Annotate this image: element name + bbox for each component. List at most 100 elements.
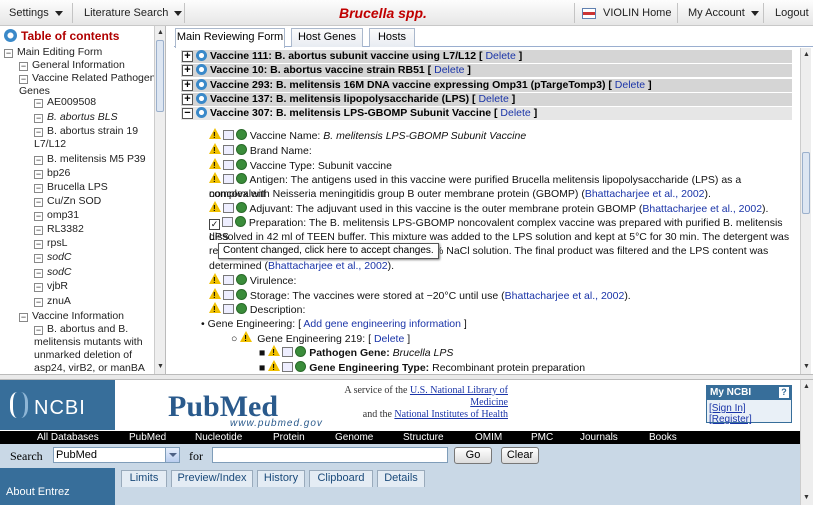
collapse-icon[interactable]: −: [34, 198, 43, 207]
citation-link[interactable]: Bhattacharjee et al., 2002: [642, 203, 762, 215]
toc-item-strain19[interactable]: − B. abortus strain 19 L7/L12: [34, 125, 144, 151]
my-account-menu[interactable]: My Account: [688, 7, 759, 19]
collapse-icon[interactable]: −: [4, 49, 13, 58]
collapse-icon[interactable]: −: [34, 254, 43, 263]
toc-item-omp31[interactable]: − omp31: [34, 209, 165, 222]
scroll-down-icon[interactable]: ▼: [802, 493, 811, 502]
toc-item-cu-zn-sod[interactable]: − Cu/Zn SOD: [34, 195, 165, 208]
db-link-nucleotide[interactable]: Nucleotide: [195, 431, 242, 444]
db-link-omim[interactable]: OMIM: [475, 431, 502, 444]
db-link-protein[interactable]: Protein: [273, 431, 305, 444]
accept-icon[interactable]: [236, 289, 247, 300]
scroll-up-icon[interactable]: ▲: [802, 50, 811, 59]
vaccine-row-137[interactable]: + Vaccine 137: B. melitensis lipopolysacc…: [181, 93, 792, 106]
collapse-icon[interactable]: −: [34, 170, 43, 179]
collapse-icon[interactable]: −: [34, 240, 43, 249]
violin-home-link[interactable]: VIOLIN Home: [603, 7, 671, 19]
tab-limits[interactable]: Limits: [121, 470, 167, 487]
delete-link[interactable]: Delete: [485, 50, 515, 62]
expand-icon[interactable]: +: [182, 65, 193, 76]
edit-icon[interactable]: [223, 145, 234, 155]
toc-item-rpsl[interactable]: − rpsL: [34, 237, 165, 250]
toc-item-b-abortus-bls[interactable]: − B. abortus BLS: [34, 111, 165, 124]
accept-icon[interactable]: [235, 216, 246, 227]
collapse-icon[interactable]: −: [19, 75, 28, 84]
database-select[interactable]: PubMed: [53, 447, 180, 463]
collapse-icon[interactable]: −: [34, 269, 43, 278]
delete-link[interactable]: Delete: [434, 64, 464, 76]
collapse-icon[interactable]: −: [34, 184, 43, 193]
warning-icon[interactable]: [209, 288, 221, 303]
ncbi-scrollbar[interactable]: ▲ ▼: [800, 380, 813, 505]
toc-item-vjbr[interactable]: − vjbR: [34, 280, 165, 293]
citation-link[interactable]: Bhattacharjee et al., 2002: [505, 290, 625, 302]
scroll-thumb[interactable]: [156, 40, 164, 112]
clear-button[interactable]: Clear: [501, 447, 539, 464]
toc-item-main-editing-form[interactable]: − Main Editing Form: [4, 46, 154, 59]
delete-link[interactable]: Delete: [615, 79, 645, 91]
nih-link[interactable]: National Institutes of Health: [394, 409, 508, 420]
register-link[interactable]: [Register]: [709, 414, 752, 425]
scroll-up-icon[interactable]: ▲: [802, 382, 811, 391]
db-link-all[interactable]: All Databases: [37, 431, 99, 444]
toc-item-general-information[interactable]: − General Information: [19, 59, 165, 72]
refresh-icon[interactable]: [196, 64, 207, 75]
warning-icon[interactable]: [209, 302, 221, 317]
db-link-pubmed[interactable]: PubMed: [129, 431, 166, 444]
accept-icon[interactable]: [236, 129, 247, 140]
edit-icon[interactable]: [222, 217, 233, 227]
warning-icon[interactable]: [268, 360, 281, 374]
warning-icon[interactable]: [209, 201, 221, 216]
ncbi-logo[interactable]: NCBI: [0, 380, 115, 430]
tab-hosts[interactable]: Hosts: [369, 28, 415, 47]
edit-icon[interactable]: [282, 362, 294, 372]
toc-item-mutants-vaccine[interactable]: − B. abortus and B. melitensis mutants wi…: [34, 323, 152, 374]
expand-icon[interactable]: +: [182, 80, 193, 91]
refresh-icon[interactable]: [196, 79, 207, 90]
collapse-icon[interactable]: −: [34, 99, 43, 108]
literature-search-menu[interactable]: Literature Search: [84, 7, 183, 19]
edit-icon[interactable]: [223, 130, 234, 140]
toc-item-ae009508[interactable]: − AE009508: [34, 96, 165, 109]
search-input[interactable]: [212, 447, 448, 463]
edit-icon[interactable]: [223, 290, 234, 300]
collapse-icon[interactable]: −: [34, 326, 43, 335]
vaccine-row-111[interactable]: + Vaccine 111: B. abortus subunit vaccine…: [181, 50, 792, 63]
accept-icon[interactable]: [295, 346, 307, 357]
db-link-genome[interactable]: Genome: [335, 431, 373, 444]
warning-icon[interactable]: [209, 273, 221, 288]
delete-link[interactable]: Delete: [478, 93, 508, 105]
warning-icon[interactable]: [209, 158, 221, 173]
logout-link[interactable]: Logout: [775, 7, 809, 19]
accept-icon[interactable]: [236, 303, 247, 314]
scroll-thumb[interactable]: [802, 152, 810, 214]
nlm-link[interactable]: U.S. National Library of Medicine: [410, 385, 508, 408]
toc-item-sodc-2[interactable]: − sodC: [34, 266, 165, 279]
add-gene-engineering-link[interactable]: Add gene engineering information: [303, 318, 461, 330]
delete-link[interactable]: Delete: [500, 107, 530, 119]
db-link-structure[interactable]: Structure: [403, 431, 444, 444]
vaccine-row-293[interactable]: + Vaccine 293: B. melitensis 16M DNA vacc…: [181, 79, 792, 92]
refresh-icon[interactable]: [196, 93, 207, 104]
db-link-books[interactable]: Books: [649, 431, 677, 444]
collapse-icon[interactable]: −: [19, 313, 28, 322]
collapse-icon[interactable]: −: [19, 62, 28, 71]
edit-icon[interactable]: [223, 275, 234, 285]
collapse-icon[interactable]: −: [34, 212, 43, 221]
toc-item-vaccine-information[interactable]: − Vaccine Information: [19, 310, 165, 323]
refresh-icon[interactable]: [196, 107, 207, 118]
collapse-icon[interactable]: −: [34, 298, 43, 307]
accept-icon[interactable]: [236, 144, 247, 155]
sign-in-link[interactable]: [Sign In]: [709, 403, 746, 414]
warning-icon[interactable]: [209, 172, 221, 187]
edit-icon[interactable]: [223, 203, 234, 213]
edit-icon[interactable]: [223, 304, 234, 314]
toc-item-sodc[interactable]: − sodC: [34, 251, 165, 264]
scroll-down-icon[interactable]: ▼: [156, 362, 165, 371]
warning-icon[interactable]: [209, 128, 221, 143]
tab-main-reviewing-form[interactable]: Main Reviewing Form: [175, 28, 285, 48]
help-icon[interactable]: ?: [779, 387, 789, 398]
edit-icon[interactable]: [282, 347, 294, 357]
expand-icon[interactable]: +: [182, 51, 193, 62]
collapse-icon[interactable]: −: [34, 128, 43, 137]
